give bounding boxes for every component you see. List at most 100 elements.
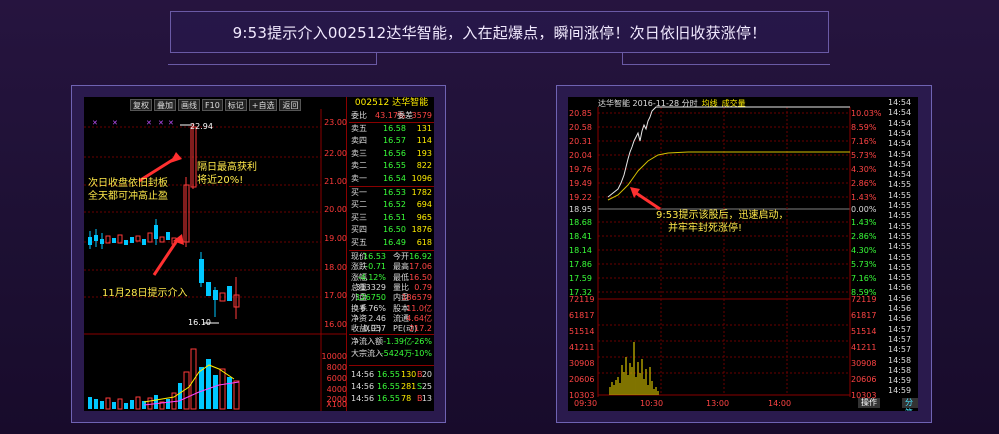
- kline-svg: ✕ ✕ ✕ ✕ ✕: [84, 109, 347, 411]
- pct-label: 7.16%: [851, 137, 877, 146]
- buy-row: 买五 16.49 618: [351, 237, 432, 247]
- price-label: 20.31: [569, 137, 592, 146]
- time-entry: 14:54: [888, 149, 912, 159]
- stat-row: 涨幅 -4.12% 最低 16.50: [351, 272, 432, 282]
- time-entry: 14:55: [888, 180, 912, 190]
- kline-price-17: 17.00: [324, 291, 347, 300]
- vol-axis-label: 30908: [569, 359, 595, 368]
- kline-price-19: 19.00: [324, 234, 347, 243]
- vol-axis-label-right: 61817: [851, 311, 877, 320]
- vol-label-6000: 6000: [326, 374, 347, 383]
- time-entry: 14:56: [888, 293, 912, 303]
- vol-axis-label-right: 51514: [851, 327, 877, 336]
- ann-entry-date: 11月28日提示介入: [102, 288, 188, 299]
- low-price-label: 16.10: [188, 318, 211, 327]
- vol-axis-label: 61817: [569, 311, 595, 320]
- ann-near-20: 将近20%!: [197, 175, 244, 186]
- weibi-row: 委比 43.17% 委差 3579: [351, 111, 432, 120]
- intraday-volume: [609, 342, 659, 395]
- price-label: 18.95: [569, 205, 592, 214]
- buy-row: 买四 16.50 1876: [351, 225, 432, 235]
- time-entry: 14:54: [888, 128, 912, 138]
- price-label: 20.04: [569, 151, 592, 160]
- stat-row: 净资 2.46 流通 4.64亿: [351, 313, 432, 323]
- tick-row: 14:56 16.55 78 B 13: [351, 394, 432, 403]
- vol-label-4000: 4000: [326, 385, 347, 394]
- stat-row: 外盘 126750 内盘 186579: [351, 293, 432, 303]
- pct-label: 8.59%: [851, 123, 877, 132]
- kline-price-21: 21.00: [324, 177, 347, 186]
- stock-title: 002512 达华智能: [354, 98, 429, 108]
- vol-label-10000: 10000: [321, 352, 347, 361]
- vol-axis-label-right: 30908: [851, 359, 877, 368]
- time-entry: 14:55: [888, 221, 912, 231]
- quote-panel: 002512 达华智能 委比 43.17% 委差 3579 卖五 16.58 131…: [349, 97, 434, 411]
- connector-left-v: [376, 53, 377, 65]
- stat-row: 收益(三) 0.057 PE(动) 217.2: [351, 324, 432, 334]
- svg-text:✕: ✕: [146, 119, 152, 127]
- xaxis-1300: 13:00: [706, 399, 730, 408]
- time-entry: 14:56: [888, 283, 912, 293]
- xaxis-1400: 14:00: [768, 399, 792, 408]
- quote-divider: [349, 186, 434, 187]
- kline-screen: 复权 叠加 画线 F10 标记 +自选 返回 ✕ ✕ ✕ ✕ ✕ 23.00 2…: [84, 97, 434, 411]
- ann-take-profit: 全天都可冲高止盈: [88, 191, 168, 202]
- connector-left: [168, 64, 376, 65]
- time-entry: 14:59: [888, 386, 912, 396]
- ann-9-53-prompt: 9:53提示该股后，迅速启动，: [656, 210, 789, 221]
- stat-row: 现价 16.53 今开 16.92: [351, 252, 432, 261]
- buy-row: 买一 16.53 1782: [351, 188, 432, 197]
- price-label: 19.49: [569, 179, 592, 188]
- operate-button[interactable]: 操作: [858, 398, 880, 408]
- time-entry: 14:56: [888, 314, 912, 324]
- sell-row: 卖二 16.55 822: [351, 161, 432, 171]
- stat-row: 总量 313329 量比 0.79: [351, 282, 432, 292]
- connector-right: [622, 64, 830, 65]
- connector-right-v: [622, 53, 623, 65]
- pct-label: 1.43%: [851, 193, 877, 202]
- time-entry: 14:55: [888, 231, 912, 241]
- buy-row: 买二 16.52 694: [351, 200, 432, 210]
- kline-price-20: 20.00: [324, 205, 347, 214]
- stat-row: 涨跌 -0.71 最高 17.06: [351, 262, 432, 272]
- tick-tab-button[interactable]: 分笔: [902, 398, 918, 411]
- price-label: 17.59: [569, 274, 592, 283]
- vol-axis-label-right: 41211: [851, 343, 877, 352]
- stat-row: 换手 6.76% 股本 11.0亿: [351, 303, 432, 313]
- vol-axis-label-right: 72119: [851, 295, 877, 304]
- kline-price-16: 16.00: [324, 320, 347, 329]
- volume-bars: [88, 348, 240, 410]
- svg-text:✕: ✕: [92, 119, 98, 127]
- buy-row: 买三 16.51 965: [351, 212, 432, 222]
- time-entry: 14:57: [888, 345, 912, 355]
- price-label: 20.85: [569, 109, 592, 118]
- price-label: 19.76: [569, 165, 592, 174]
- kline-price-23: 23.00: [324, 118, 347, 127]
- sell-row: 卖四 16.57 114: [351, 136, 432, 146]
- vol-label-8000: 8000: [326, 363, 347, 372]
- time-entry: 14:54: [888, 98, 912, 107]
- kline-chart: 复权 叠加 画线 F10 标记 +自选 返回 ✕ ✕ ✕ ✕ ✕ 23.00 2…: [84, 97, 347, 411]
- time-entry: 14:54: [888, 170, 912, 180]
- sell-row: 卖一 16.54 1096: [351, 173, 432, 183]
- price-label: 19.22: [569, 193, 592, 202]
- quote-divider: [349, 334, 434, 335]
- pct-label: 4.30%: [851, 246, 877, 255]
- pct-label: 0.00%: [851, 205, 877, 214]
- svg-text:✕: ✕: [112, 119, 118, 127]
- price-label: 18.41: [569, 232, 592, 241]
- ann-next-day-close: 次日收盘依旧封板: [88, 178, 168, 189]
- vol-label-x100: X100: [326, 400, 347, 409]
- vol-axis-label: 20606: [569, 375, 595, 384]
- sell-row: 卖五 16.58 131: [351, 124, 432, 133]
- time-entry: 14:55: [888, 273, 912, 283]
- xaxis-1030: 10:30: [640, 399, 664, 408]
- time-entry: 14:58: [888, 355, 912, 365]
- time-entry: 14:58: [888, 365, 912, 375]
- time-entry: 14:55: [888, 190, 912, 200]
- time-entry: 14:54: [888, 159, 912, 169]
- time-entry: 14:57: [888, 334, 912, 344]
- time-entry: 14:59: [888, 376, 912, 386]
- price-label: 17.86: [569, 260, 592, 269]
- pct-label: 7.16%: [851, 274, 877, 283]
